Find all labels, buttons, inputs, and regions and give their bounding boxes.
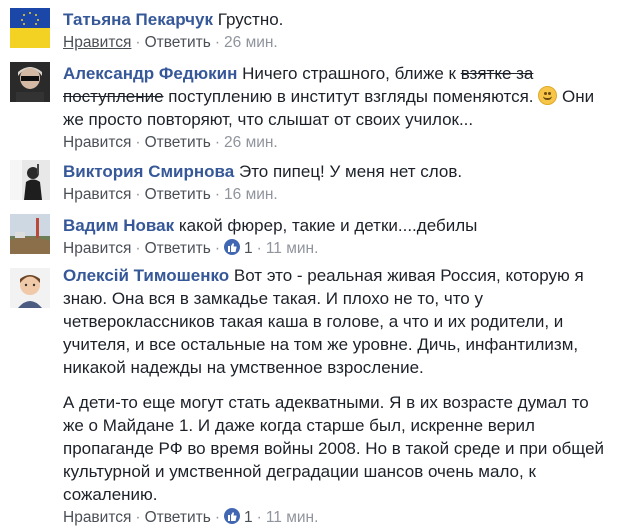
- comment-text-paragraph: А дети-то еще могут стать адекватными. Я…: [63, 393, 605, 504]
- comment-author-link[interactable]: Виктория Смирнова: [63, 162, 234, 181]
- comment-content: Виктория Смирнова Это пипец! У меня нет …: [63, 160, 613, 183]
- comment-text: Это пипец! У меня нет слов.: [238, 162, 463, 181]
- reply-link[interactable]: Ответить: [145, 186, 211, 203]
- comment-author-link[interactable]: Вадим Новак: [63, 216, 174, 235]
- avatar[interactable]: [10, 268, 50, 308]
- separator: ·: [214, 509, 221, 526]
- separator: ·: [256, 509, 262, 526]
- comment-timestamp[interactable]: 11 мин.: [266, 509, 319, 526]
- separator: ·: [135, 134, 141, 151]
- separator: ·: [135, 186, 141, 203]
- comment-author-link[interactable]: Татьяна Пекарчук: [63, 10, 213, 29]
- separator: ·: [135, 509, 141, 526]
- comment-timestamp[interactable]: 26 мин.: [224, 34, 278, 51]
- like-count[interactable]: 1: [244, 509, 253, 526]
- comment-timestamp[interactable]: 26 мин.: [224, 134, 278, 151]
- like-count[interactable]: 1: [244, 240, 253, 257]
- comment-content: Татьяна Пекарчук Грустно.: [63, 8, 613, 31]
- comment-content: Вадим Новак какой фюрер, такие и детки..…: [63, 214, 613, 237]
- like-link[interactable]: Нравится: [63, 186, 131, 203]
- avatar[interactable]: [10, 214, 50, 254]
- comment-actions: Нравится · Ответить · 1 · 11 мин.: [63, 508, 613, 528]
- comment-timestamp[interactable]: 11 мин.: [266, 240, 319, 257]
- separator: ·: [214, 186, 221, 203]
- comment-actions: Нравится · Ответить · 26 мин.: [63, 33, 613, 53]
- comment-text: поступлению в институт взгляды поменяютс…: [163, 87, 534, 106]
- reply-link[interactable]: Ответить: [145, 240, 211, 257]
- avatar[interactable]: [10, 8, 50, 48]
- comment-text: Ничего страшного, ближе к: [242, 64, 461, 83]
- separator: ·: [214, 134, 221, 151]
- reply-link[interactable]: Ответить: [145, 509, 211, 526]
- comment-content: Александр Федюкин Ничего страшного, ближ…: [63, 62, 613, 131]
- avatar[interactable]: [10, 62, 50, 102]
- separator: ·: [256, 240, 262, 257]
- comment-text: какой фюрер, такие и детки....дебилы: [178, 216, 478, 235]
- comment-actions: Нравится · Ответить · 26 мин.: [63, 133, 613, 153]
- separator: ·: [135, 240, 141, 257]
- comment-actions: Нравится · Ответить · 16 мин.: [63, 185, 613, 205]
- like-link[interactable]: Нравится: [63, 509, 131, 526]
- like-reaction-icon[interactable]: [224, 508, 241, 524]
- like-link[interactable]: Нравится: [63, 34, 131, 51]
- comment-timestamp[interactable]: 16 мин.: [224, 186, 278, 203]
- reply-link[interactable]: Ответить: [145, 134, 211, 151]
- avatar[interactable]: [10, 160, 50, 200]
- smile-emoji-icon: [538, 86, 558, 105]
- like-link[interactable]: Нравится: [63, 134, 131, 151]
- reply-link[interactable]: Ответить: [145, 34, 211, 51]
- separator: ·: [135, 34, 141, 51]
- separator: ·: [214, 34, 221, 51]
- comment-text: Грустно.: [217, 10, 284, 29]
- separator: ·: [214, 240, 221, 257]
- comment-author-link[interactable]: Александр Федюкин: [63, 64, 237, 83]
- comment-actions: Нравится · Ответить · 1 · 11 мин.: [63, 239, 613, 259]
- comment-author-link[interactable]: Олексій Тимошенко: [63, 266, 229, 285]
- comment-content: Олексій Тимошенко Вот это - реальная жив…: [63, 264, 613, 506]
- like-reaction-icon[interactable]: [224, 239, 241, 255]
- like-link[interactable]: Нравится: [63, 240, 131, 257]
